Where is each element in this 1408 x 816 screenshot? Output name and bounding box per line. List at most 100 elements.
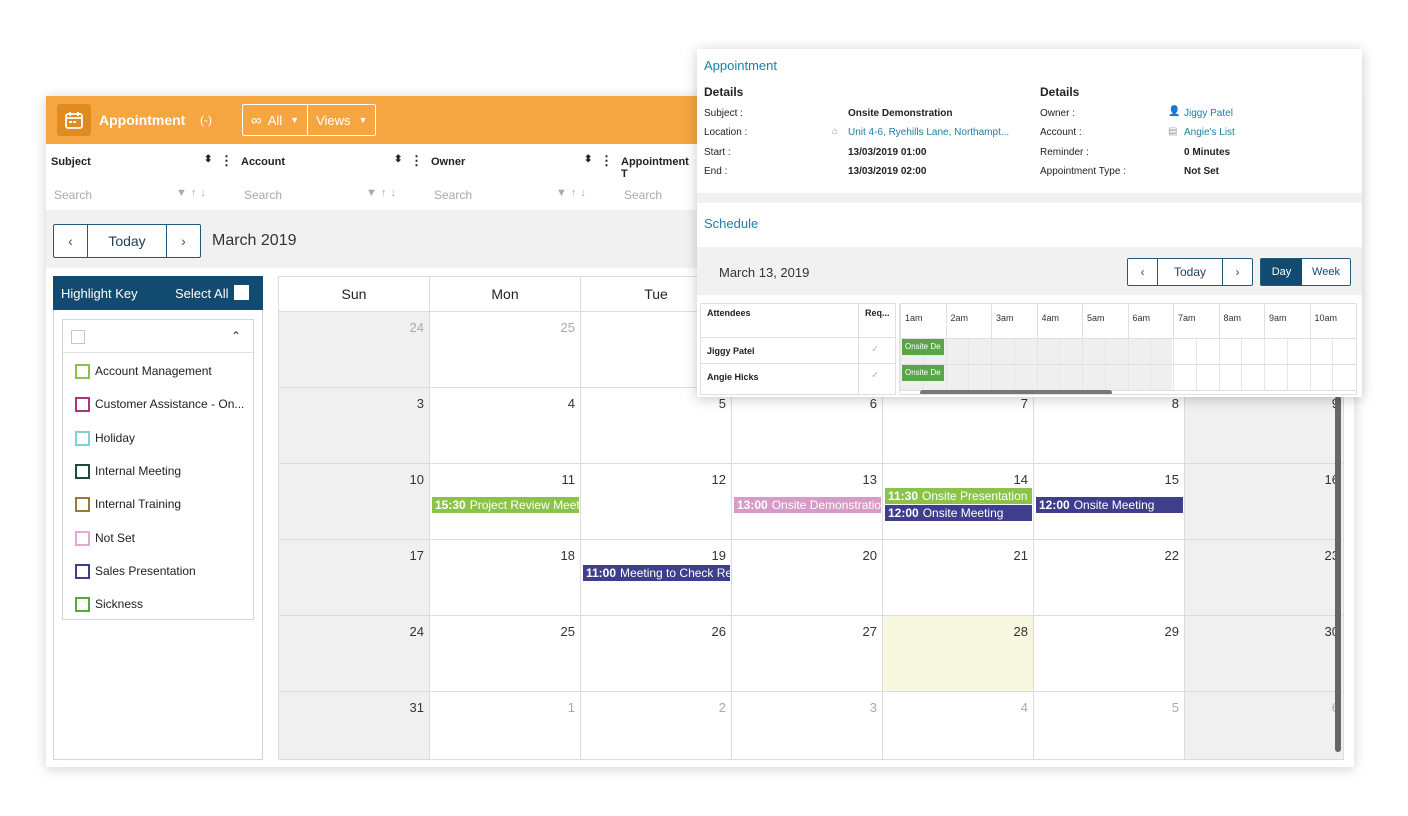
color-swatch-checkbox[interactable] [75, 497, 90, 513]
column-header-appointment-type[interactable]: Appointment T [616, 144, 696, 180]
calendar-event[interactable]: 12:00 Onsite Meeting [885, 505, 1032, 521]
schedule-today-button[interactable]: Today [1157, 259, 1223, 285]
day-cell[interactable]: 18 [430, 540, 581, 616]
week-view-button[interactable]: Week [1302, 259, 1350, 285]
calendar-event[interactable]: 11:30 Onsite Presentation [885, 488, 1032, 504]
sort-icon[interactable]: ⬍ [394, 154, 402, 165]
calendar-event[interactable]: 12:00 Onsite Meeting [1036, 497, 1183, 513]
attendee-row[interactable]: Angie Hicks ✓ [701, 363, 895, 389]
next-month-button[interactable]: › [167, 225, 200, 257]
today-button[interactable]: Today [87, 225, 167, 257]
day-number: 11 [561, 472, 576, 487]
location-link[interactable]: Unit 4-6, Ryehills Lane, Northampt... [848, 127, 1009, 138]
day-cell[interactable]: 10 [279, 464, 430, 540]
column-header-account[interactable]: Account ⬍ ⋮ [236, 144, 426, 180]
filter-sort-icons[interactable]: ▼↑↓ [556, 187, 590, 199]
hour-divider [1309, 304, 1311, 338]
day-cell[interactable]: 3 [279, 388, 430, 464]
day-cell[interactable]: 26 [581, 616, 732, 692]
prev-month-button[interactable]: ‹ [54, 225, 87, 257]
subject-label: Subject : [704, 108, 743, 119]
views-button[interactable]: Views ▼ [307, 105, 375, 135]
day-number: 2 [718, 700, 726, 715]
day-cell[interactable]: 5 [581, 388, 732, 464]
calendar-event[interactable]: 15:30 Project Review Meeti [432, 497, 579, 513]
day-cell[interactable]: 20 [732, 540, 883, 616]
filter-all-button[interactable]: ∞ All ▼ [243, 105, 307, 135]
day-number: 1 [567, 700, 575, 715]
timeline-scrollbar[interactable] [920, 390, 1112, 394]
list-checkbox[interactable] [71, 330, 85, 344]
day-cell[interactable]: 23 [1185, 540, 1343, 616]
day-cell[interactable]: 12 [581, 464, 732, 540]
color-swatch-checkbox[interactable] [75, 563, 90, 579]
color-swatch-checkbox[interactable] [75, 364, 90, 379]
hour-label: 8am [1223, 313, 1242, 323]
timeline-event[interactable]: Onsite De [902, 365, 944, 381]
day-cell[interactable]: 17 [279, 540, 430, 616]
color-swatch-checkbox[interactable] [75, 463, 90, 479]
day-view-button[interactable]: Day [1261, 259, 1302, 285]
day-cell[interactable]: 21 [883, 540, 1034, 616]
color-swatch-checkbox[interactable] [75, 530, 90, 546]
highlight-key-label: Account Management [95, 364, 212, 378]
timeline-event[interactable]: Onsite De [902, 339, 944, 355]
prev-day-button[interactable]: ‹ [1128, 259, 1157, 285]
day-cell[interactable]: 25 [430, 312, 581, 388]
calendar-event[interactable]: 13:00 Onsite Demonstratio [734, 497, 881, 513]
search-input-account[interactable]: Search ▼↑↓ [236, 180, 426, 210]
day-number: 3 [869, 700, 877, 715]
day-cell[interactable]: 25 [430, 616, 581, 692]
highlight-key-label: Internal Meeting [95, 463, 182, 478]
day-cell[interactable]: 3 [732, 692, 883, 759]
day-cell[interactable]: 30 [1185, 616, 1343, 692]
day-cell[interactable]: 29 [1034, 616, 1185, 692]
check-icon[interactable]: ✓ [871, 344, 879, 355]
day-cell[interactable]: 1 [430, 692, 581, 759]
day-cell[interactable]: 27 [732, 616, 883, 692]
column-header-owner[interactable]: Owner ⬍ ⋮ [426, 144, 616, 180]
attendee-row[interactable]: Jiggy Patel ✓ [701, 337, 895, 363]
appointment-type-value: Not Set [1184, 166, 1219, 177]
day-cell[interactable]: 4 [430, 388, 581, 464]
day-cell[interactable]: 8 [1034, 388, 1185, 464]
sort-icon[interactable]: ⬍ [204, 154, 212, 165]
day-cell[interactable]: 6 [1185, 692, 1343, 759]
search-input-appointment-type[interactable]: Search [616, 180, 696, 210]
filter-sort-icons[interactable]: ▼↑↓ [176, 187, 210, 199]
column-menu-icon[interactable]: ⋮ [220, 153, 233, 169]
column-header-subject[interactable]: Subject ⬍ ⋮ [46, 144, 236, 180]
day-cell[interactable]: 22 [1034, 540, 1185, 616]
day-cell[interactable]: 28 [883, 616, 1034, 692]
select-all-checkbox[interactable] [234, 285, 249, 300]
day-cell[interactable]: 24 [279, 616, 430, 692]
end-value: 13/03/2019 02:00 [848, 166, 927, 177]
color-swatch-checkbox[interactable] [75, 430, 90, 446]
calendar-scrollbar[interactable] [1335, 396, 1341, 752]
next-day-button[interactable]: › [1223, 259, 1252, 285]
column-menu-icon[interactable]: ⋮ [600, 153, 613, 169]
day-cell[interactable]: 16 [1185, 464, 1343, 540]
check-icon[interactable]: ✓ [871, 370, 879, 381]
color-swatch-checkbox[interactable] [75, 397, 90, 413]
day-cell[interactable]: 6 [732, 388, 883, 464]
owner-link[interactable]: Jiggy Patel [1184, 108, 1233, 119]
day-cell[interactable]: 7 [883, 388, 1034, 464]
search-input-owner[interactable]: Search ▼↑↓ [426, 180, 616, 210]
color-swatch-checkbox[interactable] [75, 597, 90, 613]
calendar-event[interactable]: 11:00 Meeting to Check Rec [583, 565, 730, 581]
filter-sort-icons[interactable]: ▼↑↓ [366, 187, 400, 199]
search-input-subject[interactable]: Search ▼↑↓ [46, 180, 236, 210]
column-menu-icon[interactable]: ⋮ [410, 153, 423, 169]
sort-icon[interactable]: ⬍ [584, 154, 592, 165]
day-cell[interactable]: 24 [279, 312, 430, 388]
day-cell[interactable]: 2 [581, 692, 732, 759]
day-cell[interactable]: 9 [1185, 388, 1343, 464]
day-cell[interactable]: 31 [279, 692, 430, 759]
chevron-up-icon[interactable]: ⌃ [231, 329, 241, 343]
day-cell[interactable]: 5 [1034, 692, 1185, 759]
day-cell[interactable]: 4 [883, 692, 1034, 759]
account-link[interactable]: Angie's List [1184, 127, 1235, 138]
details-heading: Details [1040, 85, 1080, 99]
hour-divider [1036, 304, 1038, 338]
